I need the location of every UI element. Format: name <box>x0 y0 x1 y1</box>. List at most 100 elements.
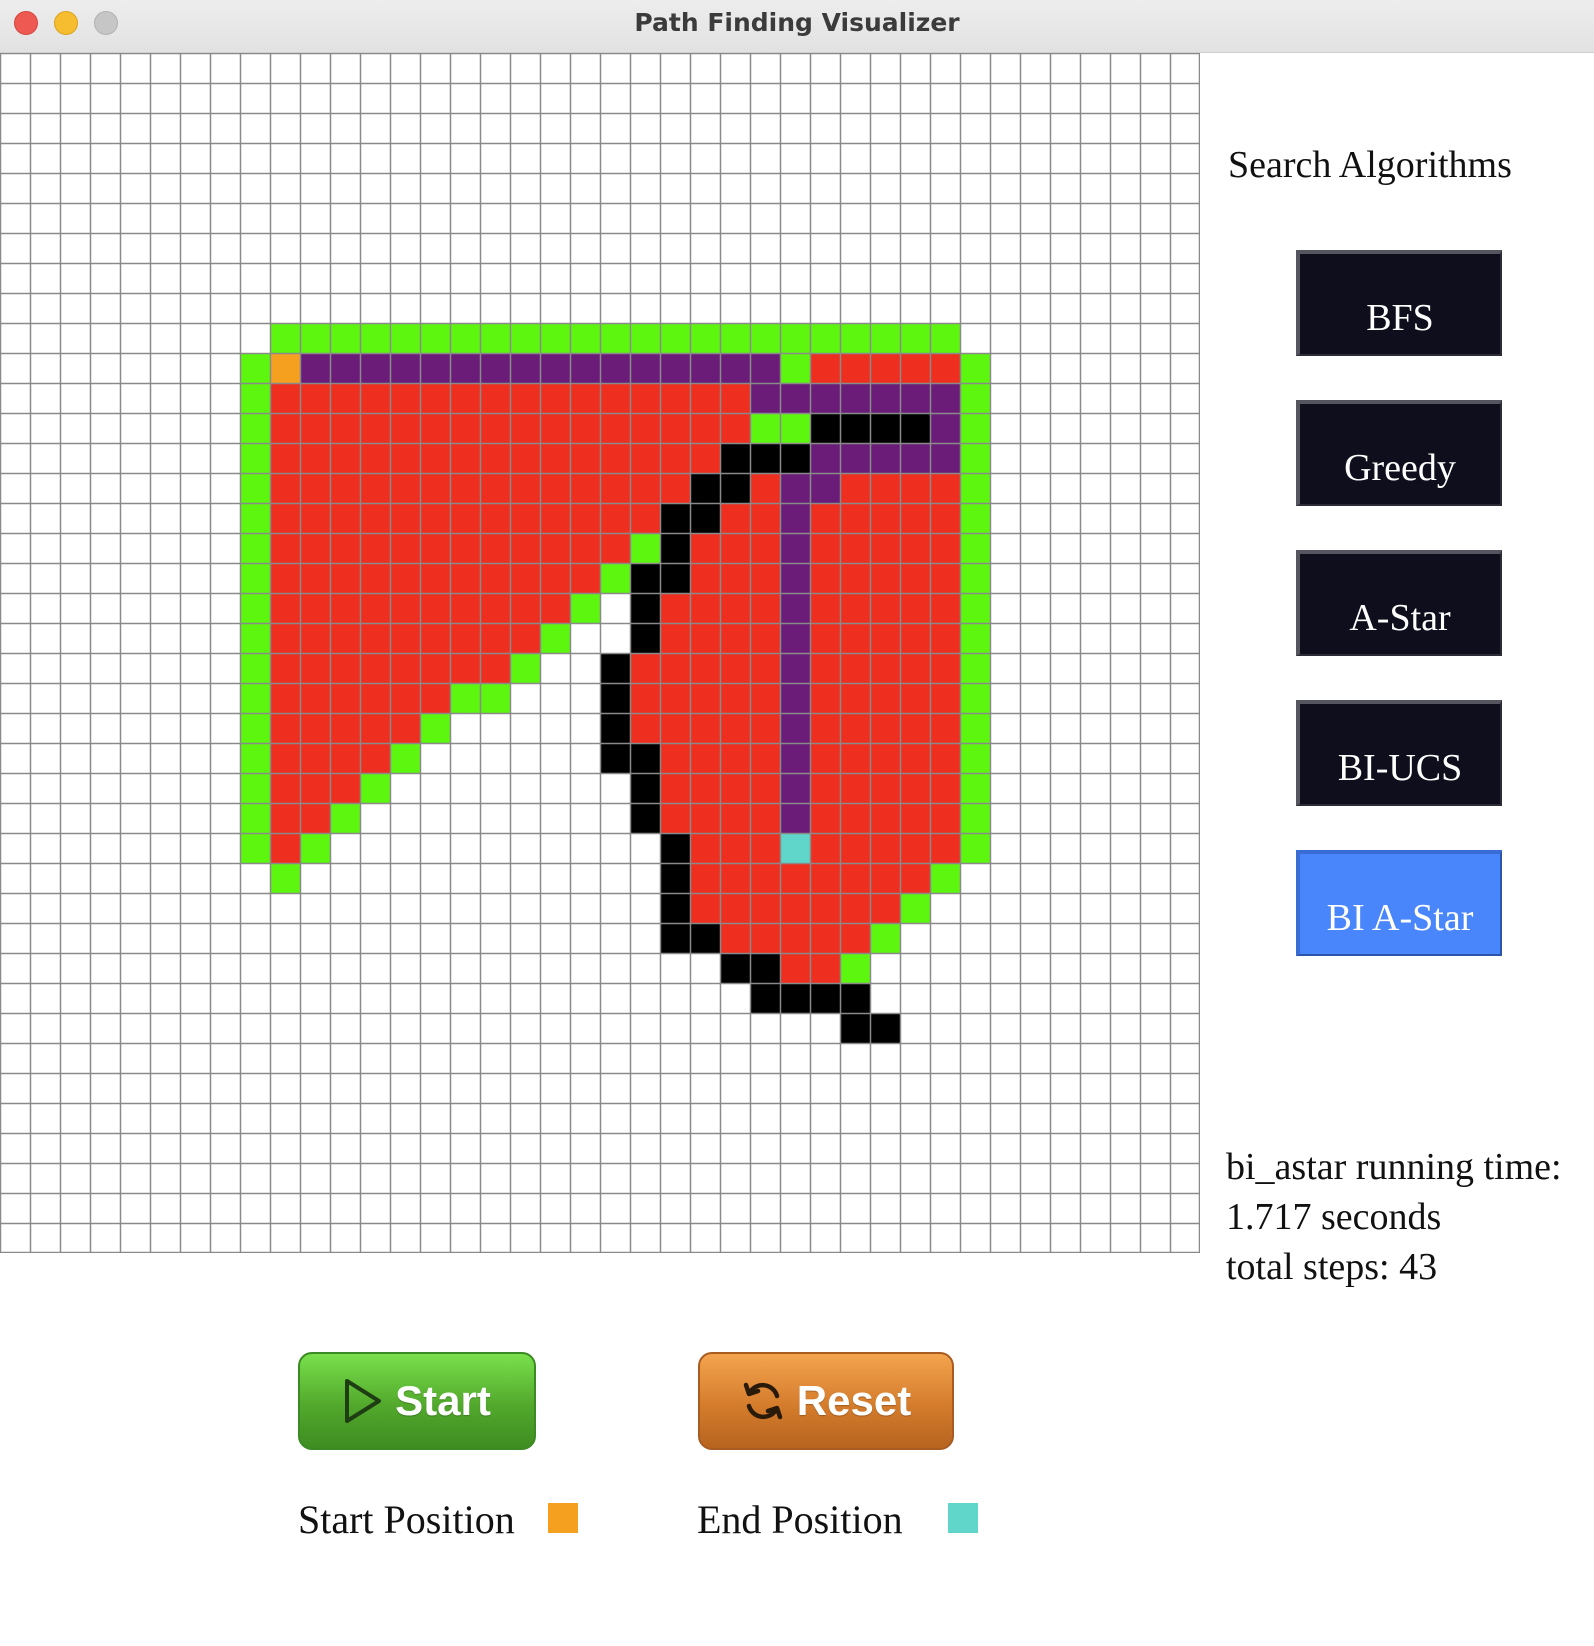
grid-cell-wall[interactable] <box>810 983 840 1013</box>
grid-cell-visited[interactable] <box>540 473 570 503</box>
grid-cell-frontier[interactable] <box>300 323 330 353</box>
grid-cell-path[interactable] <box>780 803 810 833</box>
start-button[interactable]: Start <box>298 1352 536 1450</box>
grid-cell-frontier[interactable] <box>960 653 990 683</box>
grid-cell-path[interactable] <box>780 743 810 773</box>
grid-cell-visited[interactable] <box>510 593 540 623</box>
grid-cell-visited[interactable] <box>330 743 360 773</box>
grid-cell-frontier[interactable] <box>390 743 420 773</box>
grid-cell-visited[interactable] <box>840 593 870 623</box>
grid-cell-visited[interactable] <box>390 473 420 503</box>
grid-cell-visited[interactable] <box>690 533 720 563</box>
grid-cell-visited[interactable] <box>720 923 750 953</box>
grid-cell-frontier[interactable] <box>240 803 270 833</box>
grid-cell-wall[interactable] <box>630 593 660 623</box>
grid-cell-frontier[interactable] <box>600 563 630 593</box>
grid-cell-visited[interactable] <box>570 383 600 413</box>
grid-cell-visited[interactable] <box>930 623 960 653</box>
grid-cell-end[interactable] <box>780 833 810 863</box>
grid-cell-visited[interactable] <box>660 743 690 773</box>
grid-cell-frontier[interactable] <box>330 803 360 833</box>
grid-cell-frontier[interactable] <box>960 743 990 773</box>
grid-cell-visited[interactable] <box>720 413 750 443</box>
grid-cell-visited[interactable] <box>840 893 870 923</box>
grid-cell-visited[interactable] <box>570 563 600 593</box>
grid-cell-visited[interactable] <box>270 773 300 803</box>
grid-cell-wall[interactable] <box>750 953 780 983</box>
grid-cell-visited[interactable] <box>690 863 720 893</box>
grid-cell-visited[interactable] <box>720 593 750 623</box>
grid-cell-visited[interactable] <box>330 683 360 713</box>
grid-cell-visited[interactable] <box>630 683 660 713</box>
grid-cell-visited[interactable] <box>810 893 840 923</box>
grid-cell-frontier[interactable] <box>960 563 990 593</box>
grid-cell-visited[interactable] <box>600 383 630 413</box>
grid-cell-visited[interactable] <box>750 743 780 773</box>
grid-cell-visited[interactable] <box>270 473 300 503</box>
grid-cell-visited[interactable] <box>690 683 720 713</box>
grid-cell-visited[interactable] <box>900 863 930 893</box>
grid-cell-visited[interactable] <box>810 683 840 713</box>
grid-cell-visited[interactable] <box>300 803 330 833</box>
grid-cell-visited[interactable] <box>570 413 600 443</box>
grid-cell-path[interactable] <box>630 353 660 383</box>
grid-cell-frontier[interactable] <box>810 323 840 353</box>
grid-cell-visited[interactable] <box>840 503 870 533</box>
grid-cell-visited[interactable] <box>900 743 930 773</box>
grid-cell-frontier[interactable] <box>240 683 270 713</box>
grid-cell-visited[interactable] <box>390 383 420 413</box>
grid-cell-visited[interactable] <box>420 623 450 653</box>
grid-cell-visited[interactable] <box>690 623 720 653</box>
grid-cell-visited[interactable] <box>750 923 780 953</box>
grid-cell-visited[interactable] <box>510 533 540 563</box>
grid-cell-visited[interactable] <box>720 833 750 863</box>
grid-cell-frontier[interactable] <box>240 443 270 473</box>
grid-cell-visited[interactable] <box>840 473 870 503</box>
grid-cell-visited[interactable] <box>840 683 870 713</box>
grid-cell-visited[interactable] <box>720 893 750 923</box>
grid-cell-visited[interactable] <box>540 503 570 533</box>
grid-cell-path[interactable] <box>870 443 900 473</box>
grid-cell-visited[interactable] <box>870 863 900 893</box>
grid-cell-path[interactable] <box>690 353 720 383</box>
grid-cell-visited[interactable] <box>480 473 510 503</box>
grid-cell-visited[interactable] <box>840 803 870 833</box>
grid-cell-visited[interactable] <box>630 413 660 443</box>
grid-cell-visited[interactable] <box>600 473 630 503</box>
grid-cell-visited[interactable] <box>270 683 300 713</box>
grid-cell-visited[interactable] <box>270 653 300 683</box>
grid-cell-visited[interactable] <box>870 503 900 533</box>
grid-cell-visited[interactable] <box>900 563 930 593</box>
grid-cell-visited[interactable] <box>780 893 810 923</box>
grid-cell-visited[interactable] <box>330 713 360 743</box>
grid-cell-wall[interactable] <box>840 1013 870 1043</box>
grid-cell-visited[interactable] <box>930 653 960 683</box>
grid-cell-path[interactable] <box>600 353 630 383</box>
grid-cell-path[interactable] <box>360 353 390 383</box>
grid-cell-frontier[interactable] <box>930 863 960 893</box>
grid-cell-visited[interactable] <box>450 503 480 533</box>
grid-cell-visited[interactable] <box>270 623 300 653</box>
grid-cell-visited[interactable] <box>750 473 780 503</box>
grid-cell-frontier[interactable] <box>870 323 900 353</box>
grid-cell-visited[interactable] <box>480 563 510 593</box>
grid-cell-path[interactable] <box>780 383 810 413</box>
grid-cell-visited[interactable] <box>390 413 420 443</box>
grid-cell-visited[interactable] <box>900 653 930 683</box>
grid-cell-wall[interactable] <box>720 473 750 503</box>
grid-cell-visited[interactable] <box>840 923 870 953</box>
grid-cell-frontier[interactable] <box>240 593 270 623</box>
grid-cell-visited[interactable] <box>450 563 480 593</box>
grid-cell-visited[interactable] <box>750 863 780 893</box>
grid-cell-visited[interactable] <box>360 593 390 623</box>
grid-cell-visited[interactable] <box>810 563 840 593</box>
grid-cell-frontier[interactable] <box>420 323 450 353</box>
grid-cell-frontier[interactable] <box>960 473 990 503</box>
grid-cell-visited[interactable] <box>270 503 300 533</box>
grid-cell-visited[interactable] <box>570 473 600 503</box>
grid-cell-path[interactable] <box>390 353 420 383</box>
grid-cell-frontier[interactable] <box>900 893 930 923</box>
grid-cell-visited[interactable] <box>330 383 360 413</box>
grid-cell-frontier[interactable] <box>630 323 660 353</box>
algorithm-button-bi-a-star[interactable]: BI A-Star <box>1296 850 1502 956</box>
